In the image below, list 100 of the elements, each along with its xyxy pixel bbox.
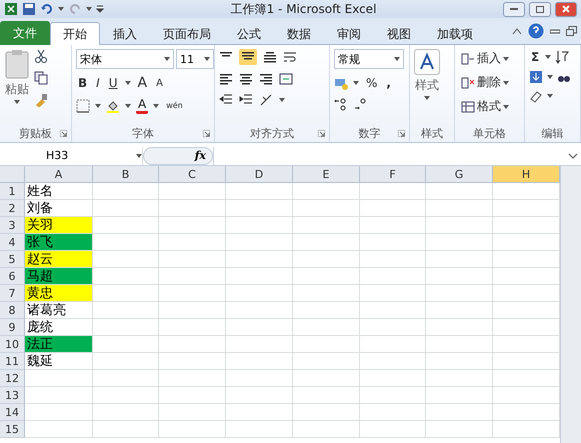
insert-cells-button[interactable]: 插入	[459, 49, 511, 68]
autosum-button[interactable]: Σ	[529, 49, 542, 65]
shrink-font-button[interactable]: A	[154, 76, 165, 90]
collapse-ribbon-icon[interactable]	[512, 27, 522, 35]
border-icon[interactable]	[76, 98, 90, 112]
fill-color-icon[interactable]	[106, 98, 120, 112]
caret-icon	[547, 94, 553, 98]
decrease-decimal-icon[interactable]	[354, 97, 368, 111]
ribbon-tab[interactable]: 数据	[274, 22, 324, 45]
dialog-launcher-icon[interactable]	[203, 130, 210, 137]
table-cell	[293, 302, 360, 319]
scissors-icon[interactable]	[34, 49, 48, 63]
ribbon-tab[interactable]: 加载项	[424, 22, 486, 45]
bottom-align-icon[interactable]	[263, 50, 277, 64]
italic-button[interactable]: I	[94, 75, 102, 91]
copy-icon[interactable]	[34, 71, 48, 85]
insert-cells-icon[interactable]	[461, 52, 475, 66]
text-orientation-icon[interactable]	[259, 93, 273, 107]
row-header[interactable]: 10	[0, 336, 25, 353]
font-size-field[interactable]: 11	[176, 49, 214, 69]
dialog-launcher-icon[interactable]	[398, 130, 405, 137]
column-header[interactable]: C	[159, 166, 226, 183]
row-header[interactable]: 14	[0, 404, 25, 421]
align-right-icon[interactable]	[259, 72, 273, 86]
row-header[interactable]: 9	[0, 319, 25, 336]
percent-button[interactable]: %	[364, 75, 380, 91]
format-cells-button[interactable]: 格式	[459, 97, 511, 116]
dialog-launcher-icon[interactable]	[318, 130, 325, 137]
bold-button[interactable]: B	[76, 75, 90, 91]
column-header[interactable]: B	[93, 166, 159, 183]
row-header[interactable]: 5	[0, 251, 25, 268]
ribbon-tab[interactable]: 页面布局	[150, 22, 224, 45]
save-icon[interactable]	[22, 2, 36, 16]
eraser-icon[interactable]	[529, 89, 543, 103]
name-box[interactable]: H33	[0, 146, 143, 164]
row-header[interactable]: 4	[0, 234, 25, 251]
excel-logo-icon[interactable]	[4, 2, 18, 16]
font-color-button[interactable]: A	[136, 97, 148, 114]
fill-down-icon[interactable]	[529, 70, 543, 84]
underline-button[interactable]: U	[106, 75, 120, 91]
column-header[interactable]: A	[25, 166, 93, 183]
row-header[interactable]: 8	[0, 302, 25, 319]
paste-button[interactable]: 粘贴	[4, 49, 30, 125]
table-cell	[159, 387, 226, 404]
ribbon-tab[interactable]: 开始	[50, 22, 100, 45]
row-header[interactable]: 7	[0, 285, 25, 302]
dialog-launcher-icon[interactable]	[60, 130, 67, 137]
ribbon-tab[interactable]: 插入	[100, 22, 150, 45]
styles-button[interactable]: 样式	[414, 49, 440, 125]
table-cell: 庞统	[25, 319, 93, 336]
insert-function-button[interactable]: fx	[143, 146, 213, 164]
delete-cells-icon[interactable]	[461, 76, 475, 90]
row-header[interactable]: 11	[0, 353, 25, 370]
undo-icon[interactable]	[40, 2, 54, 16]
restore-icon[interactable]	[566, 26, 577, 36]
increase-decimal-icon[interactable]	[334, 97, 348, 111]
row-header[interactable]: 6	[0, 268, 25, 285]
row-header[interactable]: 2	[0, 200, 25, 217]
row-header[interactable]: 12	[0, 370, 25, 387]
ribbon-tab[interactable]: 视图	[374, 22, 424, 45]
column-header[interactable]: F	[360, 166, 426, 183]
ribbon-tab[interactable]: 公式	[224, 22, 274, 45]
vertical-scrollbar[interactable]	[560, 166, 581, 443]
ribbon-tab[interactable]: 文件	[0, 21, 50, 45]
row-header[interactable]: 15	[0, 421, 25, 438]
close-button[interactable]	[555, 2, 577, 16]
table-cell	[93, 183, 159, 200]
merge-cells-icon[interactable]	[279, 72, 293, 86]
column-header[interactable]: D	[226, 166, 293, 183]
grow-font-button[interactable]: A	[136, 74, 150, 92]
table-cell	[159, 353, 226, 370]
delete-cells-button[interactable]: 删除	[459, 73, 511, 92]
sort-filter-icon[interactable]	[555, 50, 570, 64]
comma-button[interactable]: ,	[384, 75, 393, 91]
column-header[interactable]: E	[293, 166, 360, 183]
caret-icon	[503, 80, 509, 84]
help-icon[interactable]	[528, 23, 544, 39]
close-icon	[562, 5, 570, 13]
table-cell	[25, 387, 93, 404]
column-header[interactable]: H	[493, 166, 560, 183]
align-center-icon[interactable]	[239, 72, 253, 86]
row-header[interactable]: 13	[0, 387, 25, 404]
number-format-field[interactable]: 常规	[334, 49, 404, 69]
format-painter-icon[interactable]	[34, 93, 48, 107]
align-left-icon[interactable]	[219, 72, 233, 86]
wrap-text-icon[interactable]	[283, 50, 297, 64]
row-header[interactable]: 3	[0, 217, 25, 234]
currency-icon[interactable]	[334, 76, 348, 90]
column-header[interactable]: G	[426, 166, 493, 183]
minimize-icon[interactable]	[550, 28, 560, 34]
table-cell	[159, 302, 226, 319]
caret-icon	[86, 7, 92, 11]
maximize-button[interactable]	[529, 2, 551, 16]
table-cell	[360, 217, 426, 234]
minimize-button[interactable]	[503, 2, 525, 16]
format-cells-icon[interactable]	[461, 100, 475, 114]
font-name-field[interactable]: 宋体	[76, 49, 174, 69]
ribbon-tab[interactable]: 审阅	[324, 22, 374, 45]
phonetic-button[interactable]: wén	[164, 100, 185, 111]
row-header[interactable]: 1	[0, 183, 25, 200]
